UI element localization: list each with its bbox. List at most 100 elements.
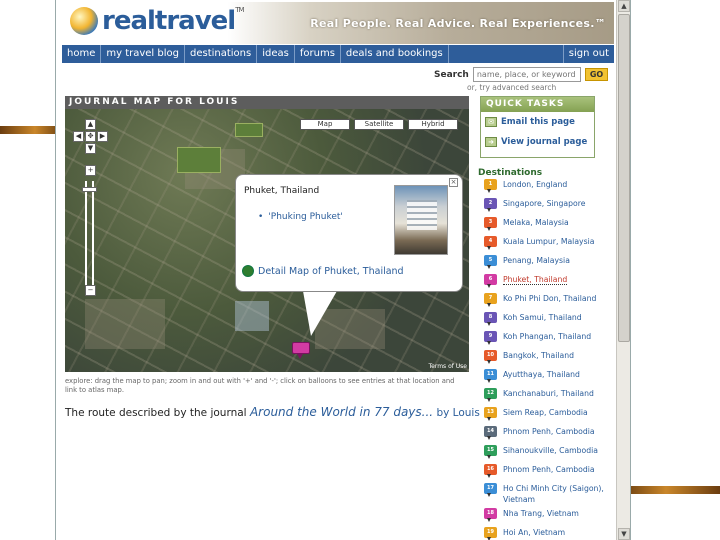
- destination-label[interactable]: Nha Trang, Vietnam: [503, 509, 579, 518]
- map-type-satellite[interactable]: Satellite: [354, 119, 404, 130]
- destination-label[interactable]: Hoi An, Vietnam: [503, 528, 565, 537]
- search-input[interactable]: [472, 67, 581, 82]
- destination-item[interactable]: 11 Ayutthaya, Thailand: [484, 369, 609, 388]
- destination-item[interactable]: 18 Nha Trang, Vietnam: [484, 508, 609, 527]
- destination-marker-icon: 5: [484, 255, 497, 269]
- map-building: [235, 301, 269, 331]
- nav-my-travel-blog[interactable]: my travel blog: [101, 45, 185, 63]
- destination-marker-icon: 13: [484, 407, 497, 421]
- destination-label[interactable]: Ayutthaya, Thailand: [503, 370, 580, 379]
- destination-marker-icon: 8: [484, 312, 497, 326]
- main-nav: home my travel blog destinations ideas f…: [62, 45, 614, 63]
- pan-left-icon[interactable]: ◀: [73, 131, 84, 142]
- scroll-up-icon[interactable]: ▲: [618, 0, 630, 12]
- destination-label[interactable]: Sihanoukville, Cambodia: [503, 446, 598, 455]
- location-photo[interactable]: [394, 185, 448, 255]
- destination-label[interactable]: Koh Phangan, Thailand: [503, 332, 591, 341]
- bullet-icon: •: [258, 212, 264, 222]
- envelope-icon: ✉: [485, 117, 497, 127]
- email-page-link[interactable]: ✉ Email this page: [481, 112, 594, 132]
- nav-deals-and-bookings[interactable]: deals and bookings: [341, 45, 449, 63]
- destination-item[interactable]: 5 Penang, Malaysia: [484, 255, 609, 274]
- map-type-map[interactable]: Map: [300, 119, 350, 130]
- advanced-search-link[interactable]: or, try advanced search: [467, 83, 556, 92]
- destination-label[interactable]: Kanchanaburi, Thailand: [503, 389, 594, 398]
- destination-item[interactable]: 8 Koh Samui, Thailand: [484, 312, 609, 331]
- destination-item[interactable]: 9 Koh Phangan, Thailand: [484, 331, 609, 350]
- destination-marker-icon: 6: [484, 274, 497, 288]
- search-label: Search: [434, 69, 469, 80]
- destination-label[interactable]: London, England: [503, 180, 567, 189]
- destination-marker-icon: 9: [484, 331, 497, 345]
- destinations-list: 1 London, England 2 Singapore, Singapore 3 Me…: [484, 179, 609, 540]
- detail-map-link[interactable]: Detail Map of Phuket, Thailand: [242, 265, 404, 277]
- journal-title-link[interactable]: Around the World in 77 days...: [250, 405, 433, 419]
- destination-item[interactable]: 1 London, England: [484, 179, 609, 198]
- destination-marker-icon: 3: [484, 217, 497, 231]
- destination-item[interactable]: 4 Kuala Lumpur, Malaysia: [484, 236, 609, 255]
- destination-label[interactable]: Bangkok, Thailand: [503, 351, 574, 360]
- destination-label[interactable]: Penang, Malaysia: [503, 256, 570, 265]
- destination-marker-icon: 12: [484, 388, 497, 402]
- slide-decoration-bar-right: [630, 486, 720, 494]
- satellite-map[interactable]: ▲ ◀ ✥ ▶ ▼ + − Map Satellite Hybrid × Phu…: [65, 109, 469, 372]
- destination-label[interactable]: Melaka, Malaysia: [503, 218, 569, 227]
- nav-home[interactable]: home: [62, 45, 102, 63]
- map-terrain: [85, 299, 165, 349]
- pan-center-icon[interactable]: ✥: [85, 131, 96, 142]
- destination-label[interactable]: Siem Reap, Cambodia: [503, 408, 588, 417]
- destination-label[interactable]: Kuala Lumpur, Malaysia: [503, 237, 594, 246]
- pan-up-icon[interactable]: ▲: [85, 119, 96, 130]
- destination-marker-icon: 19: [484, 527, 497, 540]
- destination-item[interactable]: 6 Phuket, Thailand: [484, 274, 609, 293]
- arrow-icon: ➜: [485, 137, 497, 147]
- scroll-down-icon[interactable]: ▼: [618, 528, 630, 540]
- destination-marker-icon: 16: [484, 464, 497, 478]
- site-header: realtravelTM Real People. Real Advice. R…: [62, 2, 614, 44]
- vertical-scrollbar[interactable]: ▲ ▼: [616, 0, 630, 540]
- site-logo[interactable]: realtravelTM: [102, 6, 245, 36]
- search-go-button[interactable]: GO: [584, 68, 609, 81]
- close-icon[interactable]: ×: [449, 178, 458, 187]
- site-tagline: Real People. Real Advice. Real Experienc…: [310, 17, 606, 30]
- destination-item[interactable]: 16 Phnom Penh, Cambodia: [484, 464, 609, 483]
- author-link[interactable]: by Louis: [436, 407, 479, 419]
- destination-item[interactable]: 13 Siem Reap, Cambodia: [484, 407, 609, 426]
- destination-item[interactable]: 19 Hoi An, Vietnam: [484, 527, 609, 540]
- map-location-marker[interactable]: [292, 342, 310, 359]
- journal-map-title: JOURNAL MAP FOR LOUIS: [65, 96, 469, 109]
- zoom-out-icon[interactable]: −: [85, 285, 96, 296]
- map-type-hybrid[interactable]: Hybrid: [408, 119, 458, 130]
- destination-label[interactable]: Phnom Penh, Cambodia: [503, 465, 595, 474]
- view-journal-link[interactable]: ➜ View journal page: [481, 132, 594, 152]
- destination-label[interactable]: Ko Phi Phi Don, Thailand: [503, 294, 596, 303]
- destination-label[interactable]: Ho Chi Minh City (Saigon), Vietnam: [503, 484, 604, 504]
- destination-label[interactable]: Phnom Penh, Cambodia: [503, 427, 595, 436]
- pan-right-icon[interactable]: ▶: [97, 131, 108, 142]
- destination-item[interactable]: 12 Kanchanaburi, Thailand: [484, 388, 609, 407]
- nav-forums[interactable]: forums: [295, 45, 341, 63]
- destination-marker-icon: 4: [484, 236, 497, 250]
- pan-down-icon[interactable]: ▼: [85, 143, 96, 154]
- map-instructions: explore: drag the map to pan; zoom in an…: [65, 377, 455, 394]
- destination-item[interactable]: 14 Phnom Penh, Cambodia: [484, 426, 609, 445]
- destination-item[interactable]: 17 Ho Chi Minh City (Saigon), Vietnam: [484, 483, 609, 508]
- nav-destinations[interactable]: destinations: [185, 45, 258, 63]
- destination-item[interactable]: 15 Sihanoukville, Cambodia: [484, 445, 609, 464]
- destination-item[interactable]: 3 Melaka, Malaysia: [484, 217, 609, 236]
- destination-item[interactable]: 7 Ko Phi Phi Don, Thailand: [484, 293, 609, 312]
- sign-out-link[interactable]: sign out: [562, 45, 614, 63]
- destination-item[interactable]: 10 Bangkok, Thailand: [484, 350, 609, 369]
- zoom-in-icon[interactable]: +: [85, 165, 96, 176]
- terms-of-use-link[interactable]: Terms of Use: [429, 363, 467, 370]
- zoom-slider-handle[interactable]: [82, 187, 97, 192]
- balloon-entry-link[interactable]: • 'Phuking Phuket': [258, 212, 343, 222]
- destination-label[interactable]: Singapore, Singapore: [503, 199, 585, 208]
- destination-label[interactable]: Koh Samui, Thailand: [503, 313, 582, 322]
- scrollbar-thumb[interactable]: [618, 14, 630, 342]
- destination-item[interactable]: 2 Singapore, Singapore: [484, 198, 609, 217]
- route-description: The route described by the journal Aroun…: [65, 405, 480, 419]
- nav-ideas[interactable]: ideas: [257, 45, 295, 63]
- zoom-slider-track[interactable]: [85, 181, 94, 291]
- destination-label[interactable]: Phuket, Thailand: [503, 275, 568, 285]
